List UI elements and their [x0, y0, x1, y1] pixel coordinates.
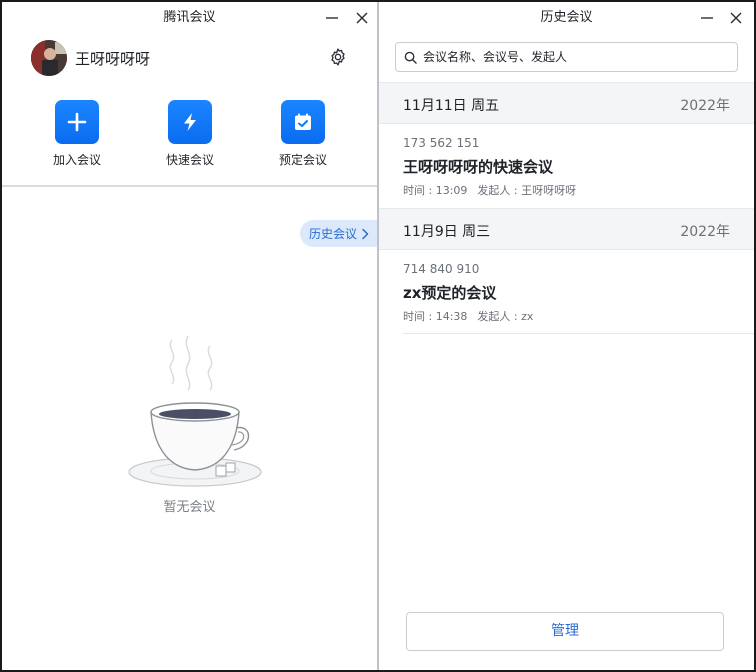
meeting-title: 王呀呀呀呀的快速会议	[403, 158, 554, 176]
date-label: 11月9日 周三	[403, 224, 491, 240]
instant-meeting-button[interactable]: 快速会议	[150, 100, 230, 168]
meeting-time: 时间 : 13:09	[403, 184, 468, 197]
meeting-title: zx预定的会议	[403, 284, 497, 302]
history-close-button[interactable]	[726, 8, 746, 28]
meeting-info: 时间 : 13:09 发起人 : 王呀呀呀呀	[403, 182, 576, 198]
quick-actions: 加入会议 快速会议 预定会议	[2, 100, 377, 172]
meeting-id: 173 562 151	[403, 136, 480, 150]
schedule-meeting-tile[interactable]	[281, 100, 325, 144]
plus-icon	[67, 112, 87, 132]
history-meetings-label: 历史会议	[309, 227, 358, 241]
close-icon	[730, 12, 742, 24]
instant-meeting-label: 快速会议	[165, 153, 214, 167]
main-window-title: 腾讯会议	[163, 10, 216, 25]
meeting-item[interactable]: 714 840 910 zx预定的会议 时间 : 14:38 发起人 : zx	[403, 252, 754, 336]
list-divider	[403, 333, 754, 334]
divider	[2, 185, 377, 187]
empty-state-text: 暂无会议	[163, 500, 216, 515]
minimize-button[interactable]	[322, 8, 342, 28]
minimize-icon	[326, 17, 338, 19]
join-meeting-tile[interactable]	[55, 100, 99, 144]
meeting-item[interactable]: 173 562 151 王呀呀呀呀的快速会议 时间 : 13:09 发起人 : 王…	[403, 126, 754, 210]
username: 王呀呀呀呀	[75, 49, 151, 68]
close-button[interactable]	[352, 8, 372, 28]
instant-meeting-tile[interactable]	[168, 100, 212, 144]
main-window: 腾讯会议 王呀呀呀呀 加入会议 快速会议 预定会议 历史会议 暂无会议	[2, 2, 379, 670]
meeting-time: 时间 : 14:38	[403, 310, 468, 323]
gear-icon	[331, 48, 345, 66]
meeting-host: 发起人 : 王呀呀呀呀	[477, 184, 577, 197]
search-box[interactable]	[395, 42, 738, 72]
empty-state-illustration	[120, 332, 270, 492]
user-profile[interactable]: 王呀呀呀呀	[31, 40, 150, 76]
meeting-host: 发起人 : zx	[477, 310, 534, 323]
avatar[interactable]	[31, 40, 67, 76]
coffee-cup-icon	[128, 335, 262, 487]
schedule-meeting-button[interactable]: 预定会议	[263, 100, 343, 168]
calendar-check-icon	[295, 113, 311, 130]
year-label: 2022年	[680, 224, 730, 240]
year-label: 2022年	[680, 98, 730, 114]
chevron-right-icon	[362, 228, 369, 239]
date-label: 11月11日 周五	[403, 98, 500, 114]
schedule-meeting-label: 预定会议	[278, 153, 327, 167]
lightning-icon	[184, 113, 196, 131]
join-meeting-button[interactable]: 加入会议	[37, 100, 117, 168]
history-window: 历史会议 11月11日 周五 2022年 173 562 151 王呀呀呀呀的快…	[379, 2, 754, 670]
search-input[interactable]	[423, 50, 723, 64]
meeting-id: 714 840 910	[403, 262, 480, 276]
close-icon	[356, 12, 368, 24]
minimize-icon	[701, 17, 713, 19]
date-group-header: 11月11日 周五 2022年	[379, 82, 754, 124]
history-meetings-link[interactable]: 历史会议	[300, 220, 379, 247]
settings-button[interactable]	[328, 47, 348, 67]
manage-button[interactable]: 管理	[406, 612, 724, 651]
date-group-header: 11月9日 周三 2022年	[379, 208, 754, 250]
history-minimize-button[interactable]	[697, 8, 717, 28]
meeting-info: 时间 : 14:38 发起人 : zx	[403, 308, 533, 324]
search-icon	[404, 51, 417, 64]
join-meeting-label: 加入会议	[52, 153, 101, 167]
